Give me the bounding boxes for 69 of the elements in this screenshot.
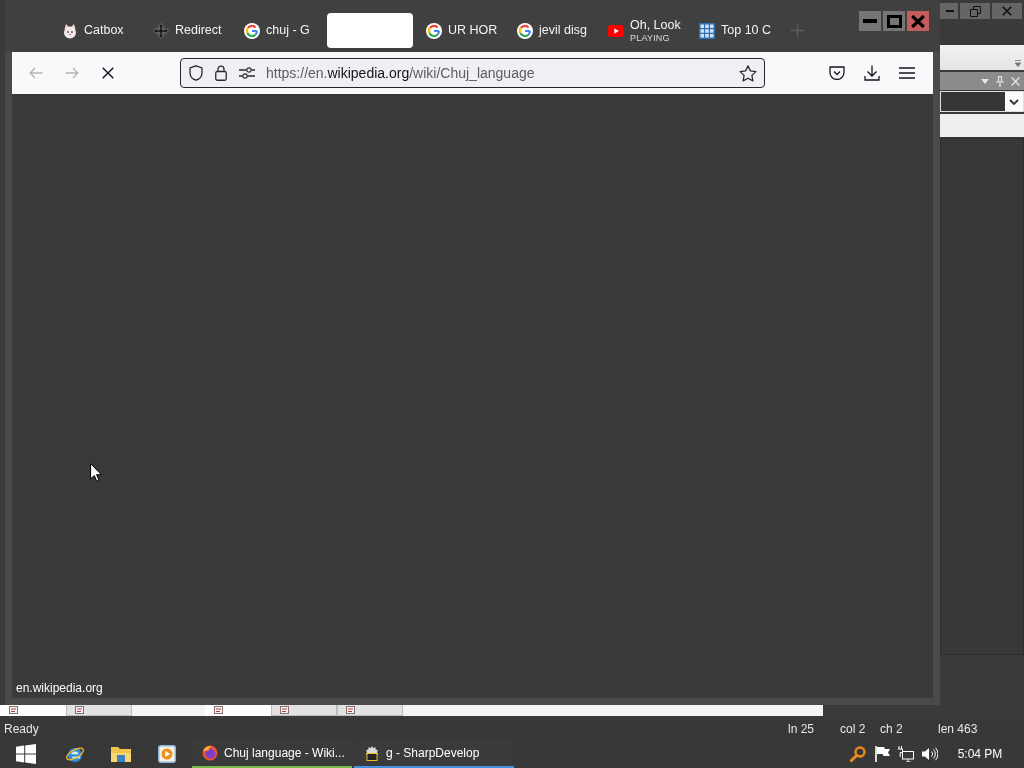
status-text: ch 2 bbox=[880, 722, 903, 736]
g-logo-icon bbox=[517, 22, 533, 39]
play-button-icon bbox=[608, 24, 624, 37]
cross-icon bbox=[102, 67, 114, 79]
search-icon[interactable] bbox=[850, 746, 866, 762]
clock-text: 5:04 PM bbox=[957, 747, 1003, 761]
close-icon bbox=[911, 14, 925, 28]
status-text: Ready bbox=[4, 722, 39, 736]
browser-tab[interactable]: UR HOR bbox=[418, 13, 504, 48]
play-tile-icon bbox=[158, 745, 176, 763]
address-bar[interactable]: https://en.wikipedia.org/wiki/Chuj_language bbox=[180, 58, 765, 88]
cat-face-icon bbox=[62, 22, 78, 39]
url-text: https://en.wikipedia.org/wiki/Chuj_language bbox=[266, 65, 535, 81]
close-button[interactable] bbox=[907, 11, 929, 31]
status-text: col 2 bbox=[840, 722, 866, 736]
network-icon[interactable] bbox=[898, 746, 914, 762]
start-logo-icon bbox=[16, 744, 36, 764]
globe-logo-icon bbox=[202, 745, 218, 761]
browser-tab[interactable]: Redirect bbox=[145, 13, 231, 48]
overflow-icon[interactable] bbox=[1015, 60, 1021, 67]
close-button[interactable] bbox=[992, 3, 1022, 19]
maximize-icon bbox=[886, 14, 902, 28]
minimize-button[interactable] bbox=[859, 11, 881, 31]
g-logo-icon bbox=[244, 22, 260, 39]
arrow-left-icon bbox=[29, 67, 43, 79]
minimize-icon bbox=[863, 19, 877, 23]
minimize-icon bbox=[946, 10, 954, 12]
status-text: len 463 bbox=[938, 722, 978, 736]
minimize-button[interactable] bbox=[940, 3, 958, 19]
download-icon bbox=[864, 65, 880, 81]
arrow-right-icon bbox=[65, 67, 79, 79]
g-logo-icon bbox=[426, 22, 442, 39]
flag-icon[interactable] bbox=[874, 746, 890, 762]
panel-tab[interactable] bbox=[337, 705, 403, 716]
document-icon bbox=[280, 706, 289, 714]
dropdown-field[interactable] bbox=[940, 91, 1024, 112]
restore-button[interactable] bbox=[960, 3, 990, 19]
close-icon[interactable] bbox=[1011, 76, 1020, 86]
document-icon bbox=[214, 706, 223, 714]
panel-tab[interactable] bbox=[66, 705, 132, 716]
panel-tab[interactable] bbox=[271, 705, 337, 716]
e-logo-icon bbox=[65, 744, 85, 764]
pocket-icon bbox=[829, 66, 845, 80]
shield-icon[interactable] bbox=[188, 65, 204, 81]
chevron-down-icon bbox=[1009, 98, 1019, 105]
move-arrows-icon bbox=[153, 22, 169, 39]
triangle-down-icon[interactable] bbox=[981, 78, 989, 84]
browser-tab[interactable]: Oh, Look PLAYING bbox=[600, 13, 686, 48]
restore-icon bbox=[969, 5, 981, 17]
star-icon[interactable] bbox=[739, 64, 757, 82]
folder-icon bbox=[111, 745, 131, 763]
speaker-icon[interactable] bbox=[922, 747, 938, 761]
status-text: ln 25 bbox=[788, 722, 815, 736]
menu-icon bbox=[899, 67, 915, 79]
maximize-button[interactable] bbox=[883, 11, 905, 31]
pin-icon[interactable] bbox=[996, 75, 1004, 87]
browser-tab[interactable]: Catbox bbox=[54, 13, 140, 48]
grid-icon bbox=[699, 22, 715, 39]
close-icon bbox=[1002, 6, 1012, 16]
document-icon bbox=[75, 706, 84, 714]
browser-tab[interactable]: Top 10 C bbox=[691, 13, 777, 48]
lock-icon[interactable] bbox=[215, 65, 227, 81]
document-icon bbox=[346, 706, 355, 714]
cursor-icon bbox=[90, 463, 102, 482]
browser-tab[interactable]: jevil disg bbox=[509, 13, 595, 48]
gear-logo-icon bbox=[364, 745, 380, 761]
document-icon bbox=[9, 706, 18, 714]
sliders-icon[interactable] bbox=[239, 67, 255, 79]
browser-tab[interactable]: chuj - G bbox=[236, 13, 322, 48]
